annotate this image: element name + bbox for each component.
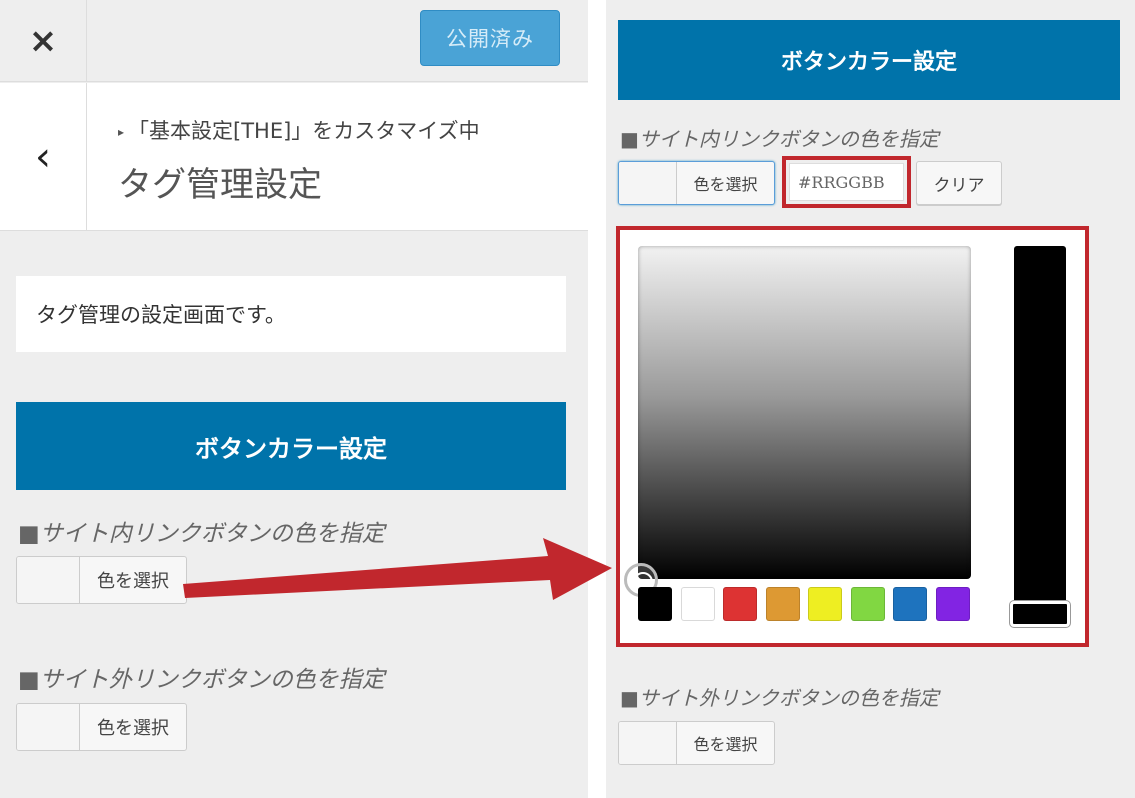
hex-color-input[interactable]: #RRGGBB: [789, 163, 904, 201]
customizing-text: 「基本設定[THE]」をカスタマイズ中: [128, 119, 480, 143]
palette-swatch[interactable]: [638, 587, 672, 621]
palette-swatch[interactable]: [935, 587, 970, 621]
slider-handle[interactable]: [1010, 601, 1070, 627]
external-link-color-label: ■サイト外リンクボタンの色を指定: [18, 667, 385, 693]
lightness-slider[interactable]: [1014, 246, 1066, 624]
color-swatch[interactable]: [619, 722, 677, 764]
color-gradient-area[interactable]: [638, 246, 971, 579]
internal-link-color-label: ■サイト内リンクボタンの色を指定: [620, 127, 939, 151]
button-color-heading: ボタンカラー設定: [16, 402, 566, 490]
section-title: タグ管理設定: [118, 165, 322, 205]
customizer-panel-right: ボタンカラー設定 ■サイト内リンクボタンの色を指定 色を選択 #RRGGBB ク…: [606, 0, 1135, 798]
button-color-heading: ボタンカラー設定: [618, 20, 1120, 100]
color-swatch[interactable]: [17, 557, 80, 603]
section-description: タグ管理の設定画面です。: [16, 276, 566, 352]
select-color-label[interactable]: 色を選択: [80, 557, 186, 603]
external-link-color-label: ■サイト外リンクボタンの色を指定: [620, 686, 939, 710]
palette-swatch[interactable]: [808, 587, 842, 621]
triangle-icon: ▸: [118, 125, 125, 139]
internal-link-color-button[interactable]: 色を選択: [618, 161, 775, 205]
palette-swatch[interactable]: [723, 587, 757, 621]
color-swatch[interactable]: [17, 704, 80, 750]
customizer-top-bar: × 公開済み: [0, 0, 588, 82]
palette-swatch[interactable]: [680, 587, 715, 621]
palette-swatch[interactable]: [850, 587, 885, 621]
select-color-label[interactable]: 色を選択: [677, 722, 774, 764]
external-link-color-button[interactable]: 色を選択: [16, 703, 187, 751]
color-swatch[interactable]: [619, 162, 677, 204]
customizing-label: ▸ 「基本設定[THE]」をカスタマイズ中: [118, 115, 480, 145]
back-icon[interactable]: ‹: [0, 83, 87, 231]
clear-button[interactable]: クリア: [916, 161, 1002, 205]
select-color-label[interactable]: 色を選択: [80, 704, 186, 750]
customizer-panel-left: × 公開済み ‹ ▸ 「基本設定[THE]」をカスタマイズ中 タグ管理設定 タグ管…: [0, 0, 588, 798]
select-color-label[interactable]: 色を選択: [677, 162, 774, 204]
external-link-color-button[interactable]: 色を選択: [618, 721, 775, 765]
internal-link-color-button[interactable]: 色を選択: [16, 556, 187, 604]
publish-button[interactable]: 公開済み: [420, 10, 560, 66]
palette-swatch[interactable]: [893, 587, 927, 621]
palette-swatch[interactable]: [765, 587, 800, 621]
section-header: ‹ ▸ 「基本設定[THE]」をカスタマイズ中 タグ管理設定: [0, 83, 588, 231]
close-icon[interactable]: ×: [0, 0, 87, 82]
internal-link-color-label: ■サイト内リンクボタンの色を指定: [18, 521, 385, 547]
panel-divider: [588, 0, 606, 798]
